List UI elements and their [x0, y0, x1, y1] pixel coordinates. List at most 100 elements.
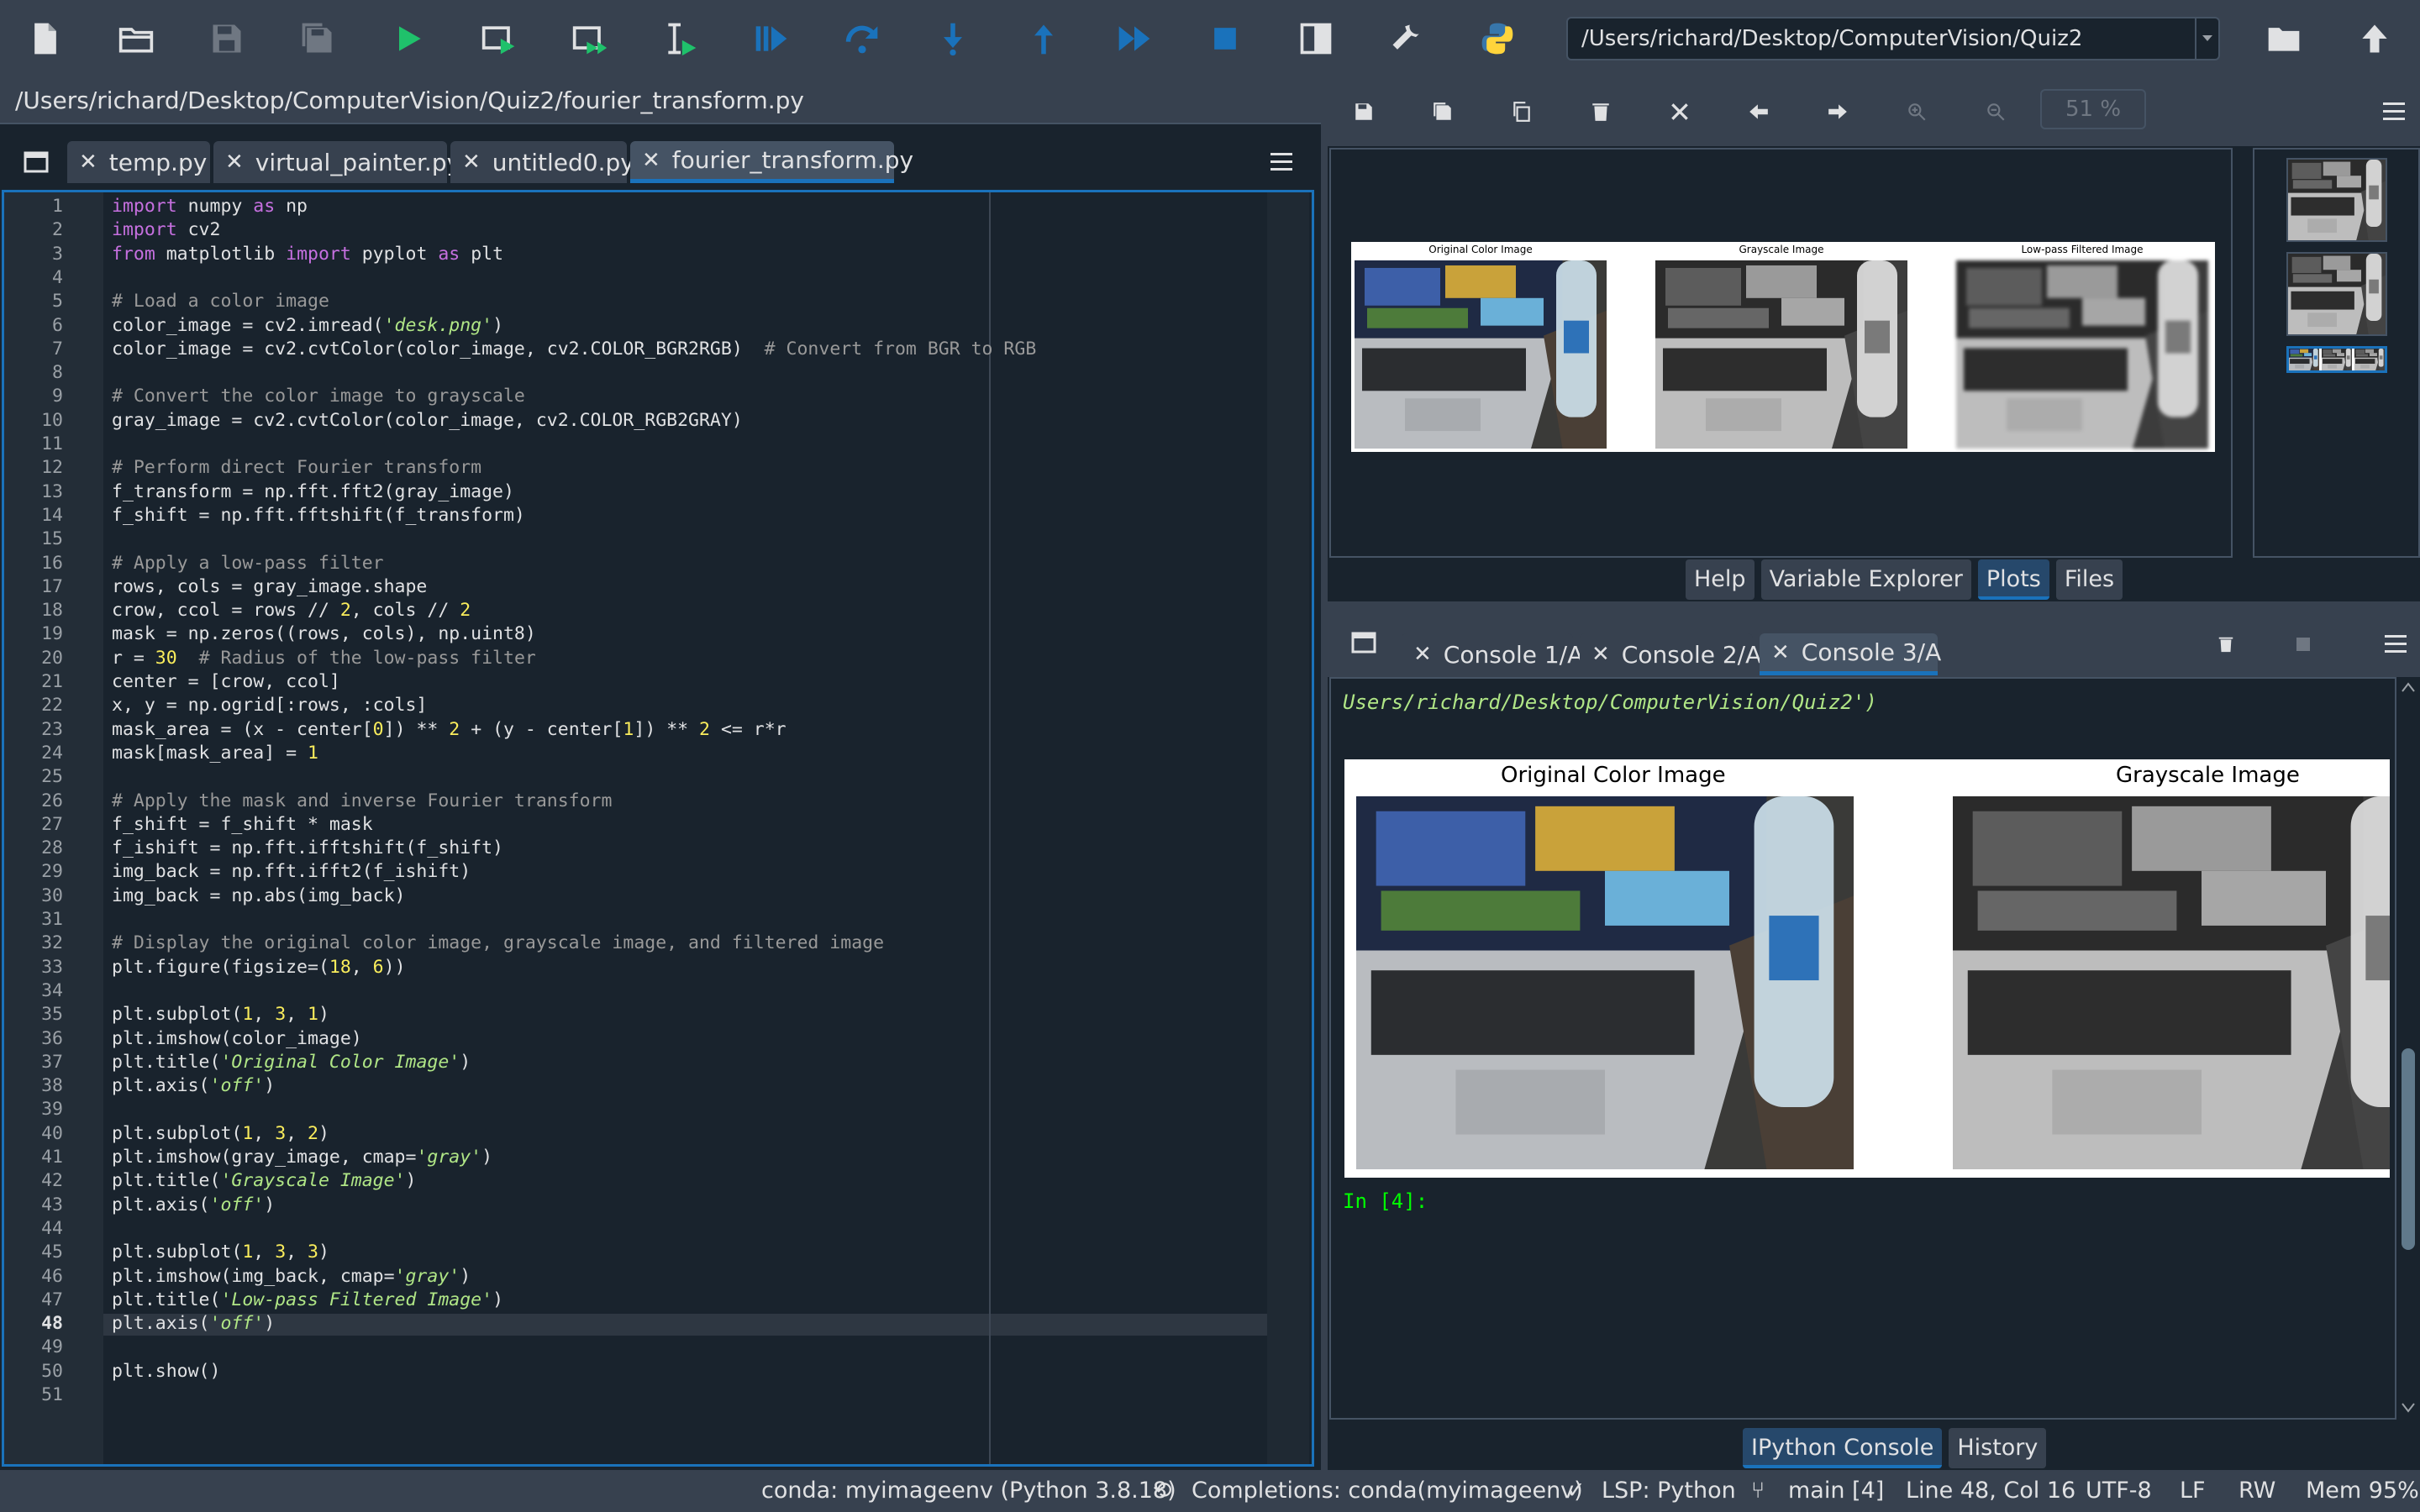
- code-line[interactable]: plt.axis('off'): [112, 1075, 275, 1097]
- close-icon[interactable]: ✕: [462, 150, 481, 175]
- code-line[interactable]: mask = np.zeros((rows, cols), np.uint8): [112, 623, 536, 645]
- parent-directory-icon[interactable]: [2329, 0, 2420, 77]
- stop-icon[interactable]: [1180, 0, 1270, 77]
- code-line[interactable]: plt.subplot(1, 3, 1): [112, 1004, 329, 1026]
- continue-icon[interactable]: [1089, 0, 1180, 77]
- code-line[interactable]: plt.imshow(img_back, cmap='gray'): [112, 1266, 471, 1288]
- code-line[interactable]: f_ishift = np.fft.ifftshift(f_shift): [112, 837, 503, 859]
- tab-console-1[interactable]: ✕ Console 1/A: [1402, 633, 1583, 675]
- code-line[interactable]: import numpy as np: [112, 196, 308, 218]
- delete-plot-icon[interactable]: [1581, 92, 1620, 131]
- run-cell-advance-icon[interactable]: [544, 0, 635, 77]
- code-line[interactable]: # Apply the mask and inverse Fourier tra…: [112, 790, 612, 812]
- save-all-plots-icon[interactable]: [1423, 92, 1462, 131]
- code-line[interactable]: f_shift = f_shift * mask: [112, 814, 373, 836]
- previous-plot-icon[interactable]: [1739, 92, 1778, 131]
- console-scrollbar-thumb[interactable]: [2402, 1048, 2415, 1250]
- plot-thumbnail-2[interactable]: [2286, 252, 2387, 336]
- code-line[interactable]: mask_area = (x - center[0]) ** 2 + (y - …: [112, 719, 786, 741]
- console-output[interactable]: Users/richard/Desktop/ComputerVision/Qui…: [1329, 677, 2396, 1420]
- tab-plots[interactable]: Plots: [1977, 559, 2049, 600]
- plot-canvas[interactable]: Original Color Image Grayscale Image Low…: [1329, 148, 2233, 558]
- code-editor[interactable]: 1 import numpy as np 2 import cv2 3 from matp…: [2, 190, 1314, 1467]
- tab-virtual-painter-py[interactable]: ✕ virtual_painter.py: [213, 141, 460, 183]
- step-over-icon[interactable]: [817, 0, 908, 77]
- new-file-icon[interactable]: [0, 0, 91, 77]
- code-line[interactable]: rows, cols = gray_image.shape: [112, 576, 427, 598]
- open-folder-icon[interactable]: [91, 0, 182, 77]
- tab-files[interactable]: Files: [2055, 559, 2123, 600]
- close-icon[interactable]: ✕: [1413, 642, 1432, 667]
- tab-variable-explorer[interactable]: Variable Explorer: [1760, 559, 1971, 600]
- clear-console-trash-icon[interactable]: [2207, 625, 2245, 664]
- code-line[interactable]: f_transform = np.fft.fft2(gray_image): [112, 481, 514, 503]
- status-branch[interactable]: main [4]: [1788, 1470, 1884, 1512]
- copy-plot-icon[interactable]: [1502, 92, 1541, 131]
- code-line[interactable]: center = [crow, ccol]: [112, 671, 340, 693]
- tab-console-3[interactable]: ✕ Console 3/A: [1760, 633, 1941, 675]
- code-line[interactable]: mask[mask_area] = 1: [112, 743, 318, 764]
- plot-thumbnail-3[interactable]: [2286, 346, 2387, 373]
- console-scrollbar[interactable]: [2398, 679, 2418, 1420]
- close-icon[interactable]: ✕: [1771, 640, 1790, 665]
- code-line[interactable]: plt.imshow(color_image): [112, 1028, 362, 1050]
- status-environment[interactable]: conda: myimageenv (Python 3.8.18): [761, 1470, 1176, 1512]
- tab-help[interactable]: Help: [1686, 559, 1754, 600]
- tab-console-2[interactable]: ✕ Console 2/A: [1580, 633, 1761, 675]
- tab-history[interactable]: History: [1949, 1428, 2047, 1468]
- code-line[interactable]: # Perform direct Fourier transform: [112, 457, 481, 479]
- run-selection-icon[interactable]: [635, 0, 726, 77]
- browse-directory-icon[interactable]: [2238, 0, 2329, 77]
- code-line[interactable]: plt.title('Grayscale Image'): [112, 1170, 416, 1192]
- editor-scrollbar[interactable]: [1267, 192, 1309, 1464]
- scroll-down-arrow-icon[interactable]: [2402, 1403, 2415, 1413]
- tab-ipython-console[interactable]: IPython Console: [1743, 1428, 1943, 1468]
- horizontal-splitter[interactable]: [1328, 601, 2420, 612]
- browse-tabs-icon[interactable]: [24, 151, 49, 173]
- interrupt-kernel-stop-icon[interactable]: [2284, 625, 2323, 664]
- scroll-up-arrow-icon[interactable]: [2402, 682, 2415, 692]
- code-line[interactable]: # Load a color image: [112, 291, 329, 312]
- code-line[interactable]: color_image = cv2.imread('desk.png'): [112, 315, 503, 337]
- close-icon[interactable]: ✕: [1591, 642, 1610, 667]
- code-line[interactable]: img_back = np.abs(img_back): [112, 885, 406, 907]
- code-line[interactable]: # Apply a low-pass filter: [112, 553, 384, 575]
- save-all-icon[interactable]: [272, 0, 363, 77]
- tab-untitled0-py[interactable]: ✕ untitled0.py: [450, 141, 634, 183]
- working-directory-value[interactable]: /Users/richard/Desktop/ComputerVision/Qu…: [1568, 26, 2195, 51]
- save-icon[interactable]: [182, 0, 272, 77]
- code-line[interactable]: # Convert the color image to grayscale: [112, 386, 525, 407]
- code-line[interactable]: plt.imshow(gray_image, cmap='gray'): [112, 1147, 492, 1168]
- close-icon[interactable]: ✕: [225, 150, 244, 175]
- run-cell-icon[interactable]: [454, 0, 544, 77]
- code-line[interactable]: plt.subplot(1, 3, 3): [112, 1242, 329, 1263]
- code-line[interactable]: color_image = cv2.cvtColor(color_image, …: [112, 339, 1036, 360]
- code-line[interactable]: gray_image = cv2.cvtColor(color_image, c…: [112, 410, 743, 432]
- vertical-splitter[interactable]: [1321, 77, 1328, 1470]
- close-icon[interactable]: ✕: [642, 148, 660, 173]
- maximize-pane-icon[interactable]: [1270, 0, 1361, 77]
- console-options-menu-icon[interactable]: [2385, 635, 2407, 654]
- code-line[interactable]: img_back = np.fft.ifft2(f_ishift): [112, 861, 471, 883]
- code-line[interactable]: f_shift = np.fft.fftshift(f_transform): [112, 505, 525, 527]
- remove-all-plots-icon[interactable]: [1660, 92, 1699, 131]
- code-line[interactable]: import cv2: [112, 219, 220, 241]
- chevron-down-icon[interactable]: [2195, 18, 2218, 59]
- code-line[interactable]: plt.axis('off'): [112, 1313, 275, 1335]
- debug-icon[interactable]: [726, 0, 817, 77]
- code-line[interactable]: plt.title('Original Color Image'): [112, 1052, 471, 1074]
- code-line[interactable]: r = 30 # Radius of the low-pass filter: [112, 648, 536, 669]
- code-line[interactable]: x, y = np.ogrid[:rows, :cols]: [112, 695, 427, 717]
- tab-fourier-transform-py[interactable]: ✕ fourier_transform.py: [630, 141, 913, 183]
- step-return-icon[interactable]: [998, 0, 1089, 77]
- working-directory-combo[interactable]: /Users/richard/Desktop/ComputerVision/Qu…: [1566, 17, 2220, 60]
- status-lsp[interactable]: LSP: Python: [1602, 1470, 1736, 1512]
- plots-options-menu-icon[interactable]: [2383, 102, 2405, 121]
- code-line[interactable]: crow, ccol = rows // 2, cols // 2: [112, 600, 471, 622]
- save-plot-icon[interactable]: [1344, 92, 1383, 131]
- code-line[interactable]: plt.figure(figsize=(18, 6)): [112, 957, 406, 979]
- step-into-icon[interactable]: [908, 0, 998, 77]
- code-line[interactable]: plt.subplot(1, 3, 2): [112, 1123, 329, 1145]
- code-line[interactable]: from matplotlib import pyplot as plt: [112, 244, 503, 265]
- python-path-icon[interactable]: [1452, 0, 1543, 77]
